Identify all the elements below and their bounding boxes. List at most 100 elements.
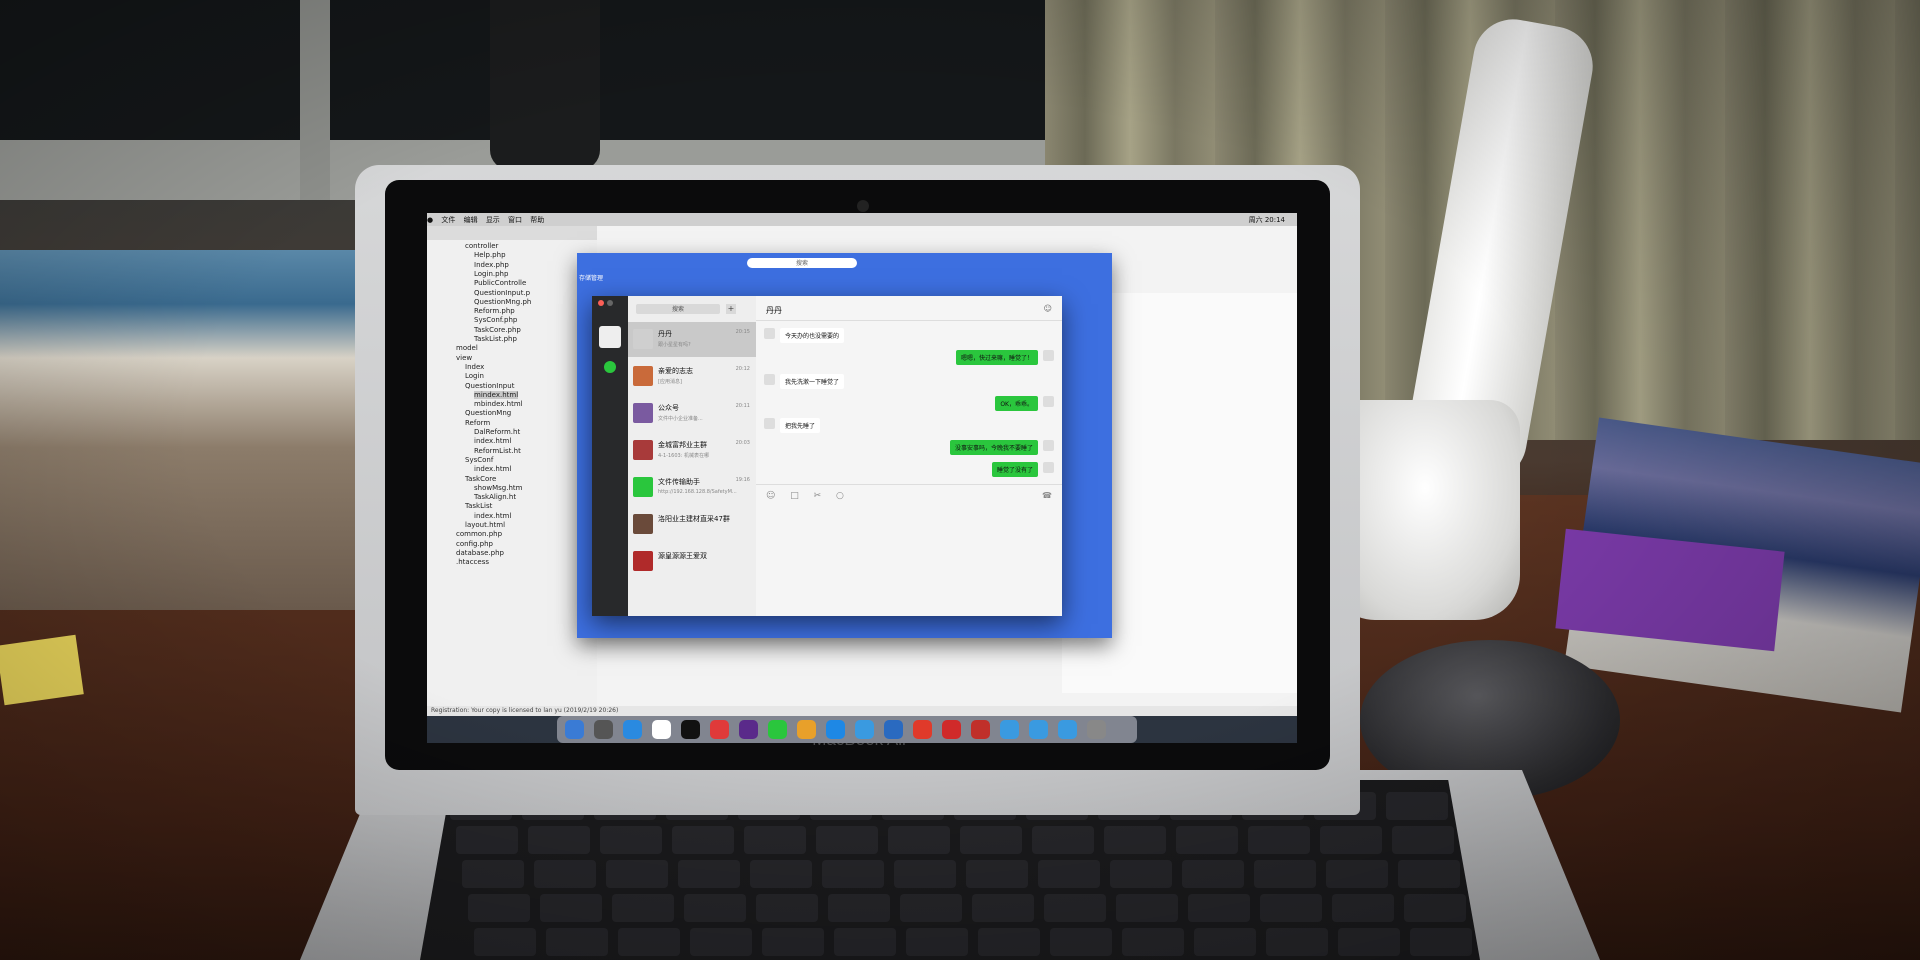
search-input[interactable]: 搜索	[747, 258, 857, 268]
close-icon[interactable]	[598, 300, 604, 306]
dock-app-icon[interactable]	[913, 720, 932, 739]
tree-item[interactable]: TaskList	[465, 502, 492, 510]
tree-item[interactable]: QuestionMng	[465, 409, 511, 417]
tree-item[interactable]: showMsg.htm	[474, 484, 522, 492]
tree-item[interactable]: TaskAlign.ht	[474, 493, 516, 501]
tree-item[interactable]: SysConf	[465, 456, 493, 464]
tree-item[interactable]: Reform.php	[474, 307, 515, 315]
keyboard-key	[1404, 894, 1466, 922]
keyboard-key	[834, 928, 896, 956]
search-input[interactable]: 搜索	[636, 304, 720, 314]
menu-item[interactable]: 帮助	[530, 215, 544, 225]
wechat-sidebar	[592, 296, 628, 616]
dock-app-icon[interactable]	[652, 720, 671, 739]
conversation-time: 20:11	[735, 403, 750, 409]
received-message: 把我先睡了	[780, 418, 821, 433]
mac-menubar: ● 文件 编辑 显示 窗口 帮助 周六 20:14	[427, 213, 1297, 226]
tree-item[interactable]: TaskList.php	[474, 335, 517, 343]
tree-item[interactable]: index.html	[474, 512, 511, 520]
input-toolbar[interactable]: ☺ □ ✂ ○	[766, 491, 850, 501]
dock-app-icon[interactable]	[884, 720, 903, 739]
conversation-item[interactable]: 文件传输助手 19:16 http://192.168.128.8/SafetyM.…	[628, 470, 756, 505]
keyboard-key	[1188, 894, 1250, 922]
message-input[interactable]	[756, 501, 1062, 616]
conversation-item[interactable]: 丹丹 20:15 跟小星星有吗?	[628, 322, 756, 357]
dock-app-icon[interactable]	[1029, 720, 1048, 739]
tree-item[interactable]: mindex.html	[474, 390, 519, 399]
keyboard-key	[972, 894, 1034, 922]
tree-item[interactable]: .htaccess	[456, 558, 489, 566]
tree-item[interactable]: model	[456, 344, 478, 352]
avatar	[1043, 396, 1054, 407]
dock-app-icon[interactable]	[1000, 720, 1019, 739]
menu-item[interactable]: 显示	[486, 215, 500, 225]
conversation-snippet: 文件中小企业准备...	[658, 416, 703, 422]
dock-app-icon[interactable]	[797, 720, 816, 739]
conversation-item[interactable]: 公众号 20:11 文件中小企业准备...	[628, 396, 756, 431]
license-text: Registration: Your copy is licensed to l…	[431, 707, 619, 714]
conversation-item[interactable]: 洛阳业主建材直采47群	[628, 507, 756, 542]
tree-item[interactable]: TaskCore.php	[474, 326, 521, 334]
add-button[interactable]: +	[726, 304, 736, 314]
dock-app-icon[interactable]	[826, 720, 845, 739]
dock-app-icon[interactable]	[768, 720, 787, 739]
tree-item[interactable]: mbindex.html	[474, 400, 523, 408]
tree-item[interactable]: Login.php	[474, 270, 508, 278]
conversation-item[interactable]: 源皇源源王爱双	[628, 544, 756, 579]
tree-item[interactable]: DalReform.ht	[474, 428, 520, 436]
tree-item[interactable]: TaskCore	[465, 475, 496, 483]
dock-app-icon[interactable]	[594, 720, 613, 739]
tree-item[interactable]: QuestionMng.ph	[474, 298, 531, 306]
dock-app-icon[interactable]	[942, 720, 961, 739]
tree-item[interactable]: QuestionInput.p	[474, 289, 530, 297]
chat-icon[interactable]	[604, 361, 616, 373]
avatar[interactable]	[599, 326, 621, 348]
tree-item[interactable]: Reform	[465, 419, 490, 427]
tree-item[interactable]: Index.php	[474, 261, 509, 269]
laptop-screen: ● 文件 编辑 显示 窗口 帮助 周六 20:14 controller Help…	[427, 213, 1297, 743]
keyboard-key	[756, 894, 818, 922]
keyboard-key	[744, 826, 806, 854]
tree-item[interactable]: index.html	[474, 437, 511, 445]
dock-app-icon[interactable]	[565, 720, 584, 739]
keyboard-key	[1338, 928, 1400, 956]
tree-item[interactable]: common.php	[456, 530, 502, 538]
tree-item[interactable]: Help.php	[474, 251, 506, 259]
apple-icon[interactable]: ●	[427, 216, 433, 224]
dock-app-icon[interactable]	[1087, 720, 1106, 739]
tree-item[interactable]: QuestionInput	[465, 382, 514, 390]
menu-item[interactable]: 文件	[441, 215, 455, 225]
dock-app-icon[interactable]	[971, 720, 990, 739]
tree-item[interactable]: SysConf.php	[474, 316, 517, 324]
avatar	[764, 328, 775, 339]
tree-item[interactable]: ReformList.ht	[474, 447, 521, 455]
tree-item[interactable]: layout.html	[465, 521, 505, 529]
keyboard-key	[750, 860, 812, 888]
keyboard-key	[816, 826, 878, 854]
tree-item[interactable]: view	[456, 354, 472, 362]
menu-item[interactable]: 窗口	[508, 215, 522, 225]
menu-item[interactable]: 编辑	[464, 215, 478, 225]
tree-item[interactable]: controller	[465, 242, 498, 250]
dock-app-icon[interactable]	[1058, 720, 1077, 739]
ide-project-tab[interactable]	[427, 226, 597, 240]
dock-app-icon[interactable]	[739, 720, 758, 739]
keyboard-key	[906, 928, 968, 956]
tree-item[interactable]: PublicControlle	[474, 279, 526, 287]
tree-item[interactable]: config.php	[456, 540, 493, 548]
minimize-icon[interactable]	[607, 300, 613, 306]
phone-icon[interactable]: ☎	[1042, 491, 1052, 500]
avatar	[633, 329, 653, 349]
dock-app-icon[interactable]	[710, 720, 729, 739]
conversation-item[interactable]: 亲爱的志志 20:12 [应用消息]	[628, 359, 756, 394]
dock-app-icon[interactable]	[855, 720, 874, 739]
keyboard-key	[678, 860, 740, 888]
person-icon[interactable]: ☺	[1044, 304, 1052, 313]
dock-app-icon[interactable]	[681, 720, 700, 739]
conversation-item[interactable]: 金城富邦业主群 20:03 4-1-1603: 机械表在哪	[628, 433, 756, 468]
dock-app-icon[interactable]	[623, 720, 642, 739]
tree-item[interactable]: index.html	[474, 465, 511, 473]
tree-item[interactable]: Login	[465, 372, 484, 380]
tree-item[interactable]: database.php	[456, 549, 504, 557]
tree-item[interactable]: Index	[465, 363, 484, 371]
